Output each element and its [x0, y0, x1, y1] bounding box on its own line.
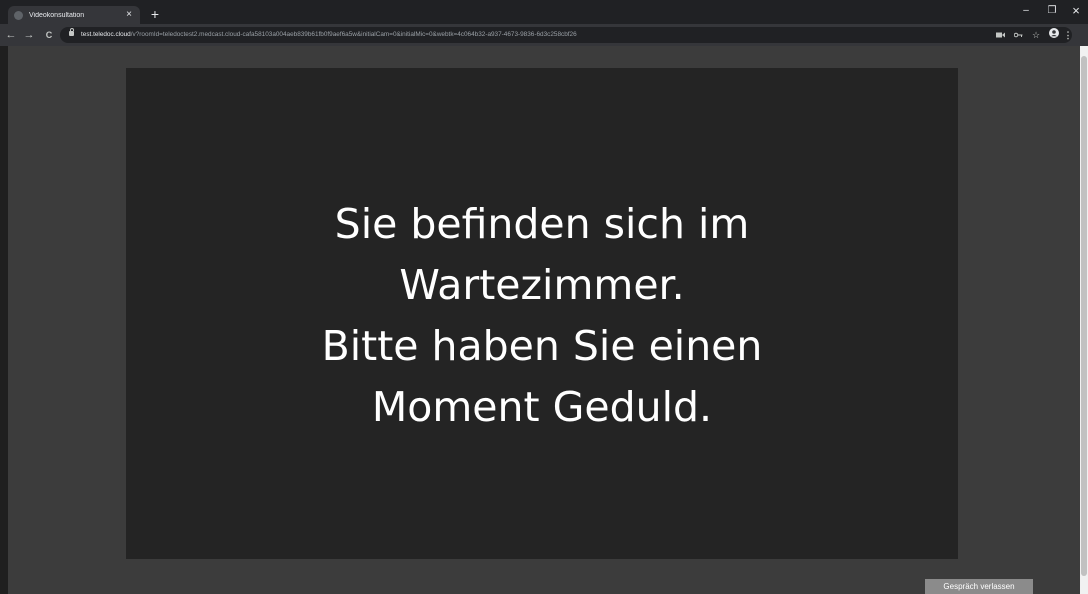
close-window-button[interactable]: ×: [1066, 3, 1086, 19]
tab-title: Videokonsultation: [29, 11, 85, 19]
url-text: test.teledoc.cloud/v?roomId=teledoctest2…: [81, 27, 721, 43]
lock-icon: [69, 28, 74, 36]
minimize-button[interactable]: –: [1016, 3, 1036, 19]
leave-call-button[interactable]: Gespräch verlassen: [925, 579, 1033, 594]
profile-icon[interactable]: [1048, 27, 1060, 43]
globe-icon: [14, 10, 23, 20]
browser-titlebar: Videokonsultation × + – ❐ ×: [0, 0, 1088, 24]
forward-button[interactable]: →: [22, 27, 36, 43]
camera-icon[interactable]: [994, 27, 1006, 43]
star-icon[interactable]: ☆: [1030, 27, 1042, 43]
waiting-message: Sie befinden sich im Wartezimmer. Bitte …: [126, 194, 958, 438]
url-path: /v?roomId=teledoctest2.medcast.cloud-caf…: [130, 31, 577, 38]
left-window-edge: [0, 46, 8, 594]
key-icon[interactable]: [1012, 27, 1024, 43]
waiting-room-panel: Sie befinden sich im Wartezimmer. Bitte …: [126, 68, 958, 559]
menu-icon[interactable]: ⋮: [1062, 27, 1074, 43]
scrollbar-thumb[interactable]: [1081, 56, 1087, 576]
reload-button[interactable]: C: [42, 27, 56, 43]
waiting-line-4: Moment Geduld.: [371, 383, 713, 431]
back-button[interactable]: ←: [4, 27, 18, 43]
waiting-line-3: Bitte haben Sie einen: [321, 322, 763, 370]
waiting-line-1: Sie befinden sich im: [334, 200, 750, 248]
browser-toolbar: ← → C test.teledoc.cloud/v?roomId=teledo…: [0, 24, 1088, 46]
scrollbar[interactable]: [1080, 46, 1088, 594]
new-tab-button[interactable]: +: [148, 7, 162, 21]
tab-close-icon[interactable]: ×: [124, 10, 134, 20]
browser-tab[interactable]: Videokonsultation ×: [8, 6, 140, 24]
restore-button[interactable]: ❐: [1042, 3, 1062, 19]
page-content: Sie befinden sich im Wartezimmer. Bitte …: [0, 46, 1088, 594]
waiting-line-2: Wartezimmer.: [399, 261, 685, 309]
address-bar[interactable]: test.teledoc.cloud/v?roomId=teledoctest2…: [60, 27, 1074, 43]
url-host: test.teledoc.cloud: [81, 31, 131, 38]
